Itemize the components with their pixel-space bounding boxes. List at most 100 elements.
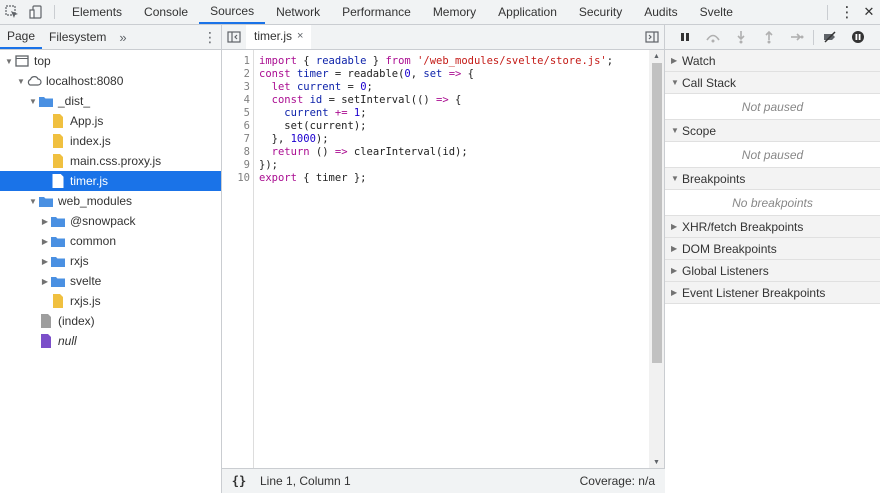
code-line[interactable]: 2 const timer = readable(0, set => { xyxy=(222,68,650,81)
tab-audits[interactable]: Audits xyxy=(633,0,688,24)
code-line[interactable]: 8 return () => clearInterval(id); xyxy=(222,146,650,159)
tab-console[interactable]: Console xyxy=(133,0,199,24)
step-over-icon[interactable] xyxy=(699,25,727,49)
code-line[interactable]: 7 }, 1000); xyxy=(222,133,650,146)
code-line[interactable]: 6 set(current); xyxy=(222,120,650,133)
section-breakpoints[interactable]: ▼ Breakpoints xyxy=(665,168,880,190)
collapsed-arrow-icon[interactable]: ▶ xyxy=(40,217,50,226)
tab-elements[interactable]: Elements xyxy=(61,0,133,24)
tree-item-label: localhost:8080 xyxy=(46,74,124,88)
tree-item-top[interactable]: ▼ top xyxy=(0,51,221,71)
scroll-down-icon[interactable]: ▼ xyxy=(649,456,664,468)
section-event-listener-breakpoints[interactable]: ▶ Event Listener Breakpoints xyxy=(665,282,880,304)
code-content[interactable]: 1 import { readable } from '/web_modules/… xyxy=(222,50,650,468)
more-tabs-icon[interactable]: » xyxy=(113,25,132,49)
navigator-menu-icon[interactable]: ⋮ xyxy=(199,25,221,49)
folder-icon xyxy=(38,94,54,108)
line-number[interactable]: 9 xyxy=(222,159,250,172)
inspect-element-icon[interactable] xyxy=(0,0,24,24)
tree-item-app-js[interactable]: App.js xyxy=(0,111,221,131)
tree-item-label: index.js xyxy=(70,134,111,148)
frame-icon xyxy=(14,54,30,68)
code-line[interactable]: 4 const id = setInterval(() => { xyxy=(222,94,650,107)
section-xhr-fetch-breakpoints[interactable]: ▶ XHR/fetch Breakpoints xyxy=(665,216,880,238)
tree-item-index[interactable]: (index) xyxy=(0,311,221,331)
step-out-icon[interactable] xyxy=(755,25,783,49)
tree-item-localhost-8080[interactable]: ▼ localhost:8080 xyxy=(0,71,221,91)
cloud-icon xyxy=(26,74,42,88)
collapsed-arrow-icon[interactable]: ▶ xyxy=(40,277,50,286)
section-dom-breakpoints[interactable]: ▶ DOM Breakpoints xyxy=(665,238,880,260)
line-number[interactable]: 3 xyxy=(222,81,250,94)
tree-item-rxjs[interactable]: ▶ rxjs xyxy=(0,251,221,271)
tree-item-rxjs-js[interactable]: rxjs.js xyxy=(0,291,221,311)
tab-network[interactable]: Network xyxy=(265,0,331,24)
line-number[interactable]: 4 xyxy=(222,94,250,107)
section-title: DOM Breakpoints xyxy=(682,241,777,256)
code-text: }, 1000); xyxy=(259,133,329,145)
line-number[interactable]: 5 xyxy=(222,107,250,120)
device-toolbar-icon[interactable] xyxy=(24,0,48,24)
tree-item-svelte[interactable]: ▶ svelte xyxy=(0,271,221,291)
tree-item-timer-js[interactable]: timer.js xyxy=(0,171,221,191)
collapsed-arrow-icon[interactable]: ▶ xyxy=(40,237,50,246)
toggle-debugger-icon[interactable] xyxy=(640,25,664,49)
coverage-status: Coverage: n/a xyxy=(579,474,655,488)
collapsed-arrow-icon[interactable]: ▶ xyxy=(40,257,50,266)
editor-tab-timer[interactable]: timer.js × xyxy=(246,25,312,49)
folder-icon xyxy=(50,274,66,288)
line-number[interactable]: 8 xyxy=(222,146,250,159)
pause-on-exceptions-icon[interactable] xyxy=(844,25,872,49)
tree-item-dist[interactable]: ▼ _dist_ xyxy=(0,91,221,111)
tree-item-main-css-proxy-js[interactable]: main.css.proxy.js xyxy=(0,151,221,171)
tab-filesystem[interactable]: Filesystem xyxy=(42,25,113,49)
tab-sources[interactable]: Sources xyxy=(199,0,266,24)
tab-performance[interactable]: Performance xyxy=(331,0,422,24)
step-into-icon[interactable] xyxy=(727,25,755,49)
code-text: const id = setInterval(() => { xyxy=(271,94,462,106)
pretty-print-button[interactable]: {} xyxy=(222,474,256,488)
tree-item-common[interactable]: ▶ common xyxy=(0,231,221,251)
tree-item-null[interactable]: null xyxy=(0,331,221,351)
editor-scrollbar[interactable]: ▲ ▼ xyxy=(649,50,664,468)
section-global-listeners[interactable]: ▶ Global Listeners xyxy=(665,260,880,282)
section-watch[interactable]: ▶ Watch xyxy=(665,50,880,72)
tree-item-snowpack[interactable]: ▶ @snowpack xyxy=(0,211,221,231)
tab-page[interactable]: Page xyxy=(0,25,43,49)
code-line[interactable]: 1 import { readable } from '/web_modules/… xyxy=(222,55,650,68)
tree-item-label: main.css.proxy.js xyxy=(70,154,162,168)
section-scope[interactable]: ▼ Scope xyxy=(665,120,880,142)
expanded-arrow-icon[interactable]: ▼ xyxy=(4,57,14,66)
devtools-menu-icon[interactable]: ⋮ xyxy=(836,0,858,24)
step-icon[interactable] xyxy=(783,25,811,49)
line-number[interactable]: 6 xyxy=(222,120,250,133)
deactivate-breakpoints-icon[interactable] xyxy=(816,25,844,49)
close-devtools-icon[interactable]: ✕ xyxy=(858,0,880,24)
tab-application[interactable]: Application xyxy=(487,0,568,24)
line-number[interactable]: 1 xyxy=(222,55,250,68)
close-tab-icon[interactable]: × xyxy=(297,30,303,42)
line-number[interactable]: 7 xyxy=(222,133,250,146)
code-line[interactable]: 10 export { timer }; xyxy=(222,172,650,185)
scrollbar-thumb[interactable] xyxy=(652,63,662,363)
code-line[interactable]: 9}); xyxy=(222,159,650,172)
expanded-arrow-icon[interactable]: ▼ xyxy=(28,97,38,106)
tree-item-index-js[interactable]: index.js xyxy=(0,131,221,151)
code-line[interactable]: 5 current += 1; xyxy=(222,107,650,120)
js-file-icon xyxy=(50,294,66,308)
tab-memory[interactable]: Memory xyxy=(422,0,487,24)
code-text: }); xyxy=(259,159,278,171)
tab-security[interactable]: Security xyxy=(568,0,633,24)
expanded-arrow-icon[interactable]: ▼ xyxy=(16,77,26,86)
line-number[interactable]: 10 xyxy=(222,172,250,185)
code-line[interactable]: 3 let current = 0; xyxy=(222,81,650,94)
section-call-stack[interactable]: ▼ Call Stack xyxy=(665,72,880,94)
line-number[interactable]: 2 xyxy=(222,68,250,81)
expanded-arrow-icon: ▼ xyxy=(671,126,679,135)
toggle-navigator-icon[interactable] xyxy=(222,25,246,49)
tab-svelte[interactable]: Svelte xyxy=(689,0,744,24)
pause-icon[interactable] xyxy=(671,25,699,49)
scroll-up-icon[interactable]: ▲ xyxy=(649,50,664,62)
expanded-arrow-icon[interactable]: ▼ xyxy=(28,197,38,206)
tree-item-web-modules[interactable]: ▼ web_modules xyxy=(0,191,221,211)
